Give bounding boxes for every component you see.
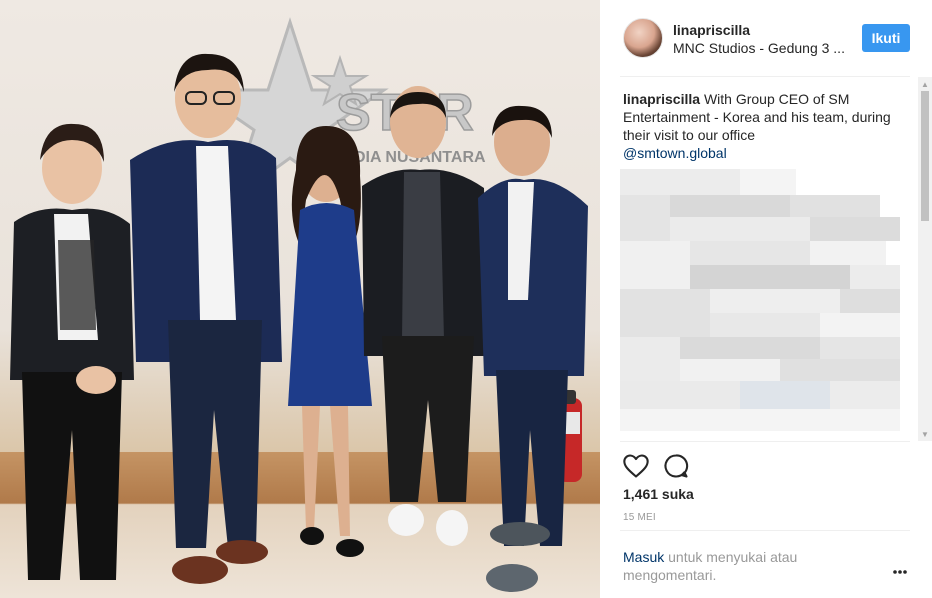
actions-divider xyxy=(620,441,910,442)
avatar[interactable] xyxy=(623,18,663,58)
likes-count[interactable]: 1,461 suka xyxy=(623,486,694,502)
more-options-icon[interactable] xyxy=(890,566,910,578)
username-link[interactable]: linapriscilla xyxy=(673,22,750,38)
post-date[interactable]: 15 MEI xyxy=(623,512,656,523)
comment-bubble-icon[interactable] xyxy=(662,452,690,480)
login-link[interactable]: Masuk xyxy=(623,549,664,565)
post-side-panel: linapriscilla MNC Studios - Gedung 3 ...… xyxy=(600,0,932,598)
footer-divider xyxy=(620,530,910,531)
post-actions xyxy=(620,452,910,480)
person-3 xyxy=(288,126,372,557)
caption-username[interactable]: linapriscilla xyxy=(623,91,700,107)
comments-area[interactable]: linapriscilla With Group CEO of SM Enter… xyxy=(600,77,932,441)
follow-button[interactable]: Ikuti xyxy=(862,24,910,52)
caption-mention-link[interactable]: @smtown.global xyxy=(623,144,903,162)
scroll-down-arrow[interactable]: ▼ xyxy=(918,427,932,441)
heart-icon[interactable] xyxy=(622,452,650,480)
scroll-up-arrow[interactable]: ▲ xyxy=(918,77,932,91)
scrollbar-thumb[interactable] xyxy=(921,91,929,221)
location-link[interactable]: MNC Studios - Gedung 3 ... xyxy=(673,40,845,56)
comments-scrollbar[interactable]: ▲ ▼ xyxy=(918,77,932,441)
person-1 xyxy=(10,123,134,580)
post-header: linapriscilla MNC Studios - Gedung 3 ...… xyxy=(600,0,932,76)
blurred-comments xyxy=(620,169,910,431)
photo-scene: STAR MEDIA NUSANTARA xyxy=(10,17,588,592)
post-photo[interactable]: STAR MEDIA NUSANTARA xyxy=(0,0,600,598)
post-caption: linapriscilla With Group CEO of SM Enter… xyxy=(623,90,903,162)
login-prompt: Masuk untuk menyukai atau mengomentari. xyxy=(623,548,843,584)
person-5 xyxy=(478,105,588,592)
